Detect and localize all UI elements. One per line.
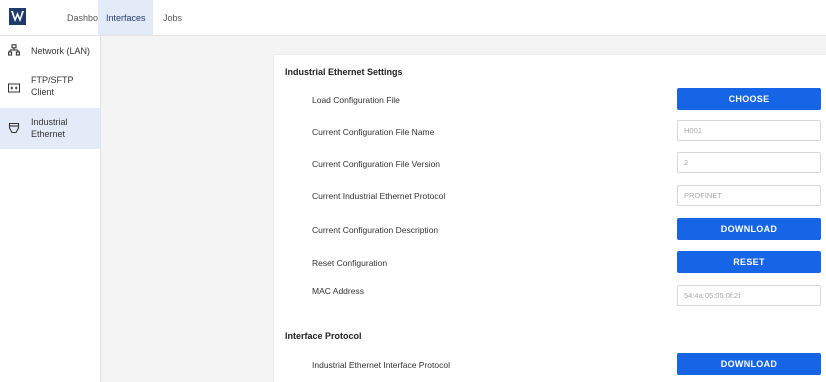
network-icon [8, 44, 20, 56]
row-label-load-configuration-file: Load Configuration File [312, 95, 400, 105]
choose-button[interactable]: CHOOSE [677, 88, 821, 110]
logo-icon[interactable] [9, 8, 26, 25]
sidebar-item-network-lan[interactable]: Network (LAN) [0, 36, 100, 64]
row-label-interface-protocol: Industrial Ethernet Interface Protocol [312, 360, 450, 370]
reset-button[interactable]: RESET [677, 251, 821, 273]
row-label-mac-address: MAC Address [312, 286, 364, 296]
row-label-reset-configuration: Reset Configuration [312, 258, 388, 268]
section-title-industrial-ethernet-settings: Industrial Ethernet Settings [285, 67, 403, 77]
configuration-file-version-field[interactable]: 2 [677, 152, 821, 173]
sidebar-item-label: FTP/SFTP Client [31, 75, 74, 97]
sidebar-item-ftp-sftp-client[interactable]: FTP/SFTP Client [0, 70, 100, 104]
ethernet-port-icon [8, 122, 20, 134]
top-navigation-bar: Dashboard Interfaces Jobs [0, 0, 826, 36]
row-label-configuration-file-name: Current Configuration File Name [312, 127, 435, 137]
section-title-interface-protocol: Interface Protocol [285, 331, 362, 341]
sidebar-item-industrial-ethernet[interactable]: Industrial Ethernet [0, 108, 100, 149]
row-label-configuration-file-version: Current Configuration File Version [312, 159, 441, 169]
row-label-industrial-ethernet-protocol: Current Industrial Ethernet Protocol [312, 191, 446, 201]
configuration-file-name-field[interactable]: H001 [677, 120, 821, 141]
sidebar: Network (LAN) FTP/SFTP Client Industrial… [0, 36, 101, 382]
industrial-ethernet-protocol-field[interactable]: PROFINET [677, 185, 821, 206]
settings-card: Industrial Ethernet Settings Load Config… [273, 54, 826, 382]
main-content: Industrial Ethernet Settings Load Config… [101, 36, 826, 382]
tab-interfaces[interactable]: Interfaces [98, 0, 153, 35]
download-description-button[interactable]: DOWNLOAD [677, 218, 821, 240]
tab-jobs[interactable]: Jobs [155, 0, 189, 35]
mac-address-field[interactable]: 54:4a:05:05:0f:2f [677, 285, 821, 306]
ftp-icon [8, 82, 20, 94]
download-interface-protocol-button[interactable]: DOWNLOAD [677, 353, 821, 375]
row-label-configuration-description: Current Configuration Description [312, 225, 439, 235]
sidebar-item-label: Network (LAN) [31, 46, 91, 56]
sidebar-item-label: Industrial Ethernet [31, 117, 68, 139]
